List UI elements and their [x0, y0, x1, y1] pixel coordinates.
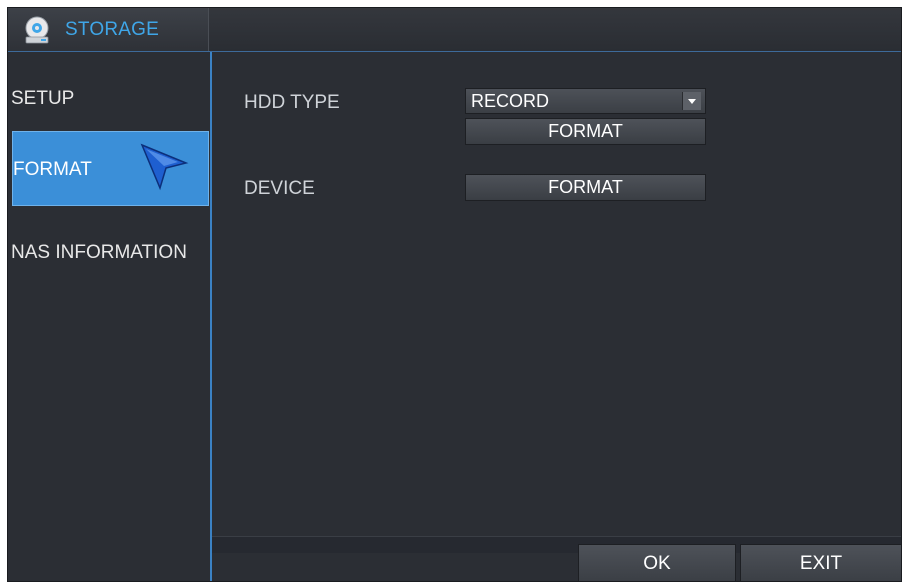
sidebar: SETUP FORMAT NAS INFORMATION — [8, 52, 212, 581]
ok-button[interactable]: OK — [578, 544, 736, 581]
sidebar-item-label: NAS INFORMATION — [11, 242, 187, 263]
chevron-down-icon[interactable] — [682, 92, 701, 110]
storage-disc-icon — [25, 16, 49, 44]
sidebar-item-setup[interactable]: SETUP — [8, 60, 208, 135]
title-bar: STORAGE — [8, 8, 901, 52]
title-tab: STORAGE — [8, 8, 209, 51]
hdd-type-select[interactable]: RECORD — [465, 88, 706, 114]
hdd-type-label: HDD TYPE — [244, 92, 340, 113]
pointer-cursor-icon — [140, 143, 189, 191]
hdd-format-button[interactable]: FORMAT — [465, 118, 706, 145]
storage-window: STORAGE SETUP FORMAT NAS INFORMATION HDD… — [7, 7, 902, 582]
device-format-button[interactable]: FORMAT — [465, 174, 706, 201]
hdd-type-value: RECORD — [471, 91, 550, 111]
sidebar-item-format[interactable]: FORMAT — [12, 131, 209, 206]
exit-button[interactable]: EXIT — [740, 544, 901, 581]
sidebar-item-label: SETUP — [11, 88, 75, 109]
device-label: DEVICE — [244, 178, 315, 199]
sidebar-item-nas-information[interactable]: NAS INFORMATION — [8, 212, 208, 287]
sidebar-item-label: FORMAT — [13, 159, 92, 180]
window-title: STORAGE — [65, 19, 159, 40]
